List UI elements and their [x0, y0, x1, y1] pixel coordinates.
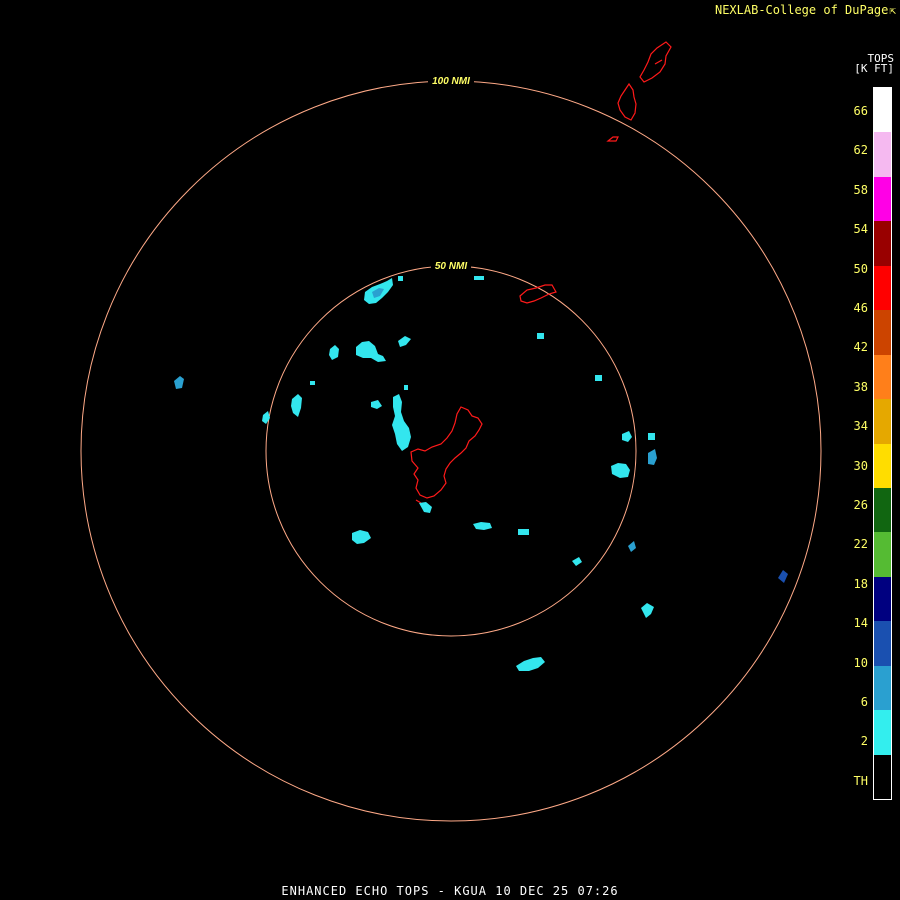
- legend-colorbar: [873, 87, 892, 800]
- legend-label: TH: [853, 773, 868, 788]
- legend-label: 22: [853, 537, 868, 552]
- ring-label-50: 50 NMI: [435, 261, 467, 272]
- legend-swatch: [874, 665, 891, 711]
- legend-units: [K FT]: [854, 62, 894, 75]
- legend-label: 18: [853, 576, 868, 591]
- credit-link[interactable]: NEXLAB-College of DuPage⇱: [715, 3, 896, 17]
- external-arrow-icon: ⇱: [889, 4, 896, 17]
- legend-swatch: [874, 221, 891, 266]
- legend-labels: 66 62 58 54 50 46 42 38 34 30 26 22 18 14 10 6 2 TH: [836, 87, 868, 800]
- legend-label: 46: [853, 301, 868, 315]
- ring-label-100: 100 NMI: [432, 76, 470, 87]
- legend-label: 10: [853, 655, 868, 670]
- product-caption: ENHANCED ECHO TOPS - KGUA 10 DEC 25 07:2…: [281, 884, 619, 898]
- legend-swatch: [874, 621, 891, 666]
- legend-swatch: [874, 88, 891, 133]
- legend-label: 62: [853, 143, 868, 158]
- legend-label: 38: [853, 379, 868, 394]
- legend-swatch: [874, 399, 891, 444]
- legend-label: 66: [853, 104, 868, 118]
- radar-map: 100 NMI 50 NMI: [0, 0, 900, 900]
- legend-label: 30: [853, 458, 868, 473]
- legend-label: 2: [860, 734, 868, 749]
- legend-swatch: [874, 176, 891, 222]
- legend-swatch: [874, 576, 891, 622]
- legend-swatch: [874, 265, 891, 311]
- legend-label: 50: [853, 261, 868, 276]
- legend-label: 6: [860, 695, 868, 709]
- legend-swatch: [874, 532, 891, 577]
- legend-label: 14: [853, 616, 868, 631]
- legend-swatch: [874, 310, 891, 355]
- legend-label: 26: [853, 498, 868, 512]
- legend-swatch: [874, 354, 891, 400]
- legend-swatch: [874, 132, 891, 177]
- legend-label: 58: [853, 182, 868, 197]
- credit-text: NEXLAB-College of DuPage: [714, 3, 889, 17]
- legend-swatch: [874, 443, 891, 488]
- legend-swatch: [874, 710, 891, 755]
- legend-swatch: [874, 754, 891, 799]
- legend-label: 42: [853, 340, 868, 355]
- legend-label: 54: [853, 222, 868, 237]
- legend-label: 34: [853, 419, 868, 434]
- legend-swatch: [874, 487, 891, 533]
